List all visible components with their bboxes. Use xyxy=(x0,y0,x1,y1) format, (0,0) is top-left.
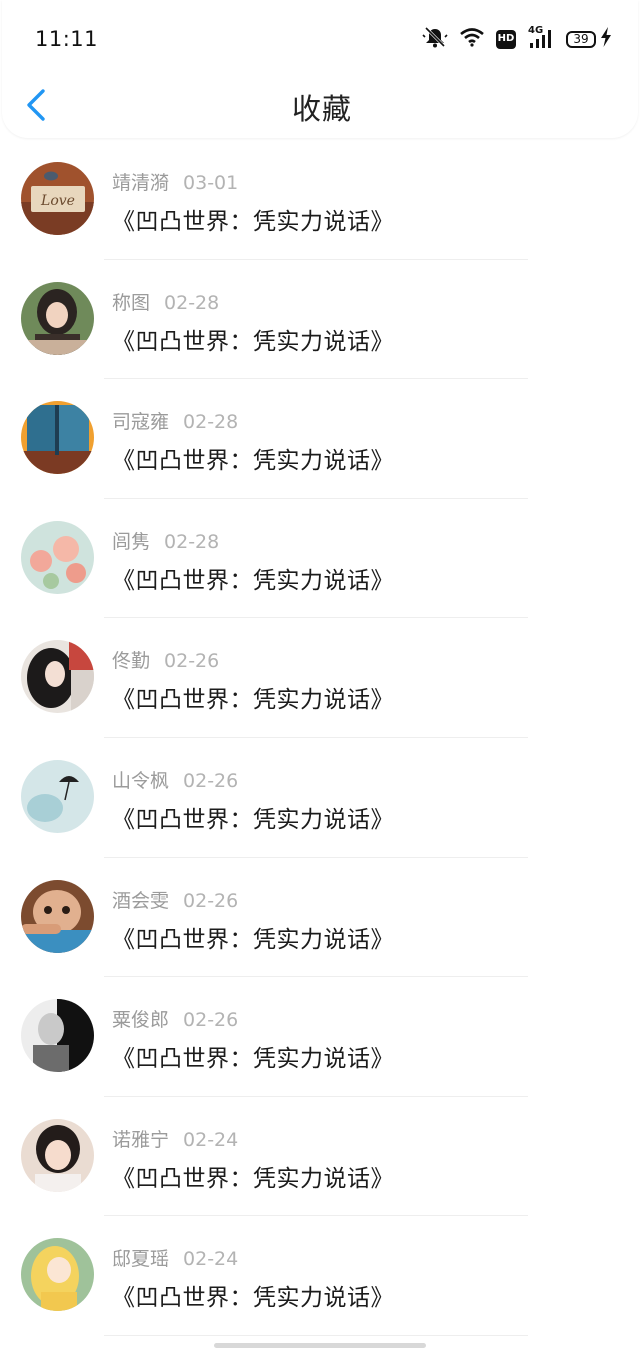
avatar xyxy=(21,1238,94,1312)
item-title: 《凹凸世界：凭实力说话》 xyxy=(112,1285,394,1312)
list-item[interactable]: 称图 02-28 《凹凸世界：凭实力说话》 xyxy=(0,260,640,380)
signal-icon: 4G xyxy=(528,25,554,50)
item-date: 03-01 xyxy=(183,172,239,194)
avatar xyxy=(21,640,94,714)
list-item[interactable]: 司寇雍 02-28 《凹凸世界：凭实力说话》 xyxy=(0,379,640,499)
item-meta: 靖清漪 03-01 xyxy=(112,168,238,195)
item-meta: 酒会雯 02-26 xyxy=(112,886,238,913)
item-date: 02-24 xyxy=(183,1128,239,1151)
avatar xyxy=(21,759,94,833)
avatar xyxy=(21,999,94,1073)
item-title: 《凹凸世界：凭实力说话》 xyxy=(112,209,394,235)
item-author: 粟俊郎 xyxy=(112,1009,170,1032)
item-author: 山令枫 xyxy=(112,769,170,792)
item-date: 02-26 xyxy=(183,1009,239,1032)
list-item[interactable]: 邸夏瑶 02-24 《凹凸世界：凭实力说话》 xyxy=(0,1216,640,1336)
item-title: 《凹凸世界：凭实力说话》 xyxy=(112,806,394,833)
list-item[interactable]: 酒会雯 02-26 《凹凸世界：凭实力说话》 xyxy=(0,858,640,978)
item-title: 《凹凸世界：凭实力说话》 xyxy=(112,448,394,475)
list-item[interactable]: 山令枫 02-26 《凹凸世界：凭实力说话》 xyxy=(0,738,640,858)
item-date: 02-28 xyxy=(164,291,220,314)
item-author: 邸夏瑶 xyxy=(112,1248,170,1271)
item-meta: 山令枫 02-26 xyxy=(112,766,238,793)
item-meta: 粟俊郎 02-26 xyxy=(112,1005,238,1032)
list-item[interactable]: 诺雅宁 02-24 《凹凸世界：凭实力说话》 xyxy=(0,1097,640,1217)
favorites-list: Love 靖清漪 03-01 《凹凸世界：凭实力说话》 称图 02-28 《凹凸… xyxy=(0,140,640,1336)
list-item[interactable]: 佟勤 02-26 《凹凸世界：凭实力说话》 xyxy=(0,618,640,738)
item-author: 酒会雯 xyxy=(112,889,170,912)
item-date: 02-26 xyxy=(164,650,220,673)
hd-icon: HD xyxy=(496,29,516,49)
item-date: 02-28 xyxy=(164,530,220,553)
home-indicator[interactable] xyxy=(214,1343,426,1348)
item-author: 靖清漪 xyxy=(112,172,170,194)
charging-icon xyxy=(600,27,612,51)
avatar xyxy=(21,281,94,355)
avatar: Love xyxy=(21,162,94,235)
item-title: 《凹凸世界：凭实力说话》 xyxy=(112,328,394,355)
item-title: 《凹凸世界：凭实力说话》 xyxy=(112,1046,394,1073)
wifi-icon xyxy=(460,27,484,51)
status-bar: 11:11 HD 4G 39 xyxy=(2,0,640,80)
item-date: 02-24 xyxy=(183,1248,239,1271)
item-meta: 佟勤 02-26 xyxy=(112,646,219,673)
item-author: 司寇雍 xyxy=(112,411,170,434)
item-title: 《凹凸世界：凭实力说话》 xyxy=(112,1165,394,1192)
bell-muted-icon xyxy=(422,26,448,52)
item-meta: 诺雅宁 02-24 xyxy=(112,1125,238,1152)
page-title: 收藏 xyxy=(291,92,352,126)
divider xyxy=(104,1334,528,1336)
list-item[interactable]: 闾隽 02-28 《凹凸世界：凭实力说话》 xyxy=(0,499,640,619)
title-bar: 收藏 xyxy=(2,80,640,138)
item-date: 02-28 xyxy=(183,411,239,434)
avatar xyxy=(21,401,94,475)
avatar-logo-text: Love xyxy=(40,193,75,209)
list-item[interactable]: 粟俊郎 02-26 《凹凸世界：凭实力说话》 xyxy=(0,977,640,1097)
avatar xyxy=(21,879,94,953)
item-meta: 称图 02-28 xyxy=(112,288,219,315)
item-meta: 邸夏瑶 02-24 xyxy=(112,1244,238,1271)
item-author: 闾隽 xyxy=(112,530,151,553)
item-date: 02-26 xyxy=(183,769,239,792)
header: 11:11 HD 4G 39 收藏 xyxy=(2,0,638,138)
status-icons: HD 4G 39 xyxy=(410,25,612,52)
list-item[interactable]: Love 靖清漪 03-01 《凹凸世界：凭实力说话》 xyxy=(0,140,640,260)
item-meta: 闾隽 02-28 xyxy=(112,527,219,554)
favorites-screen: 11:11 HD 4G 39 收藏 Love 靖清漪 03-01 《凹凸世界：凭… xyxy=(0,0,640,1351)
item-meta: 司寇雍 02-28 xyxy=(112,407,238,434)
item-author: 佟勤 xyxy=(112,650,151,673)
battery-icon: 39 xyxy=(566,30,596,48)
item-date: 02-26 xyxy=(183,889,239,912)
status-time: 11:11 xyxy=(35,27,99,51)
item-author: 诺雅宁 xyxy=(112,1128,170,1151)
item-title: 《凹凸世界：凭实力说话》 xyxy=(112,687,394,714)
avatar xyxy=(21,520,94,594)
avatar xyxy=(21,1118,94,1192)
item-author: 称图 xyxy=(112,291,151,314)
item-title: 《凹凸世界：凭实力说话》 xyxy=(112,926,394,953)
item-title: 《凹凸世界：凭实力说话》 xyxy=(112,567,394,594)
